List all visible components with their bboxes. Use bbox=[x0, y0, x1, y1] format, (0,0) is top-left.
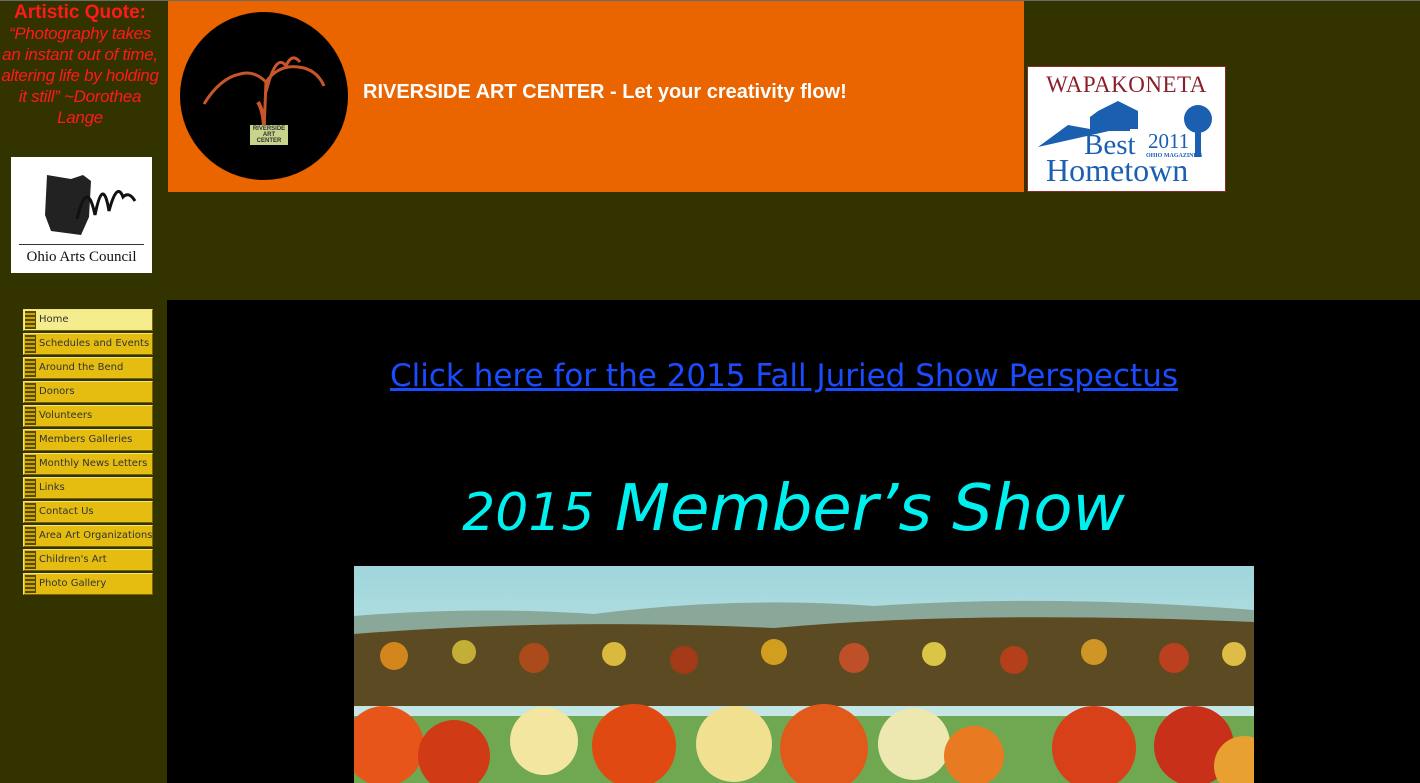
nav-label: Contact Us bbox=[39, 506, 94, 517]
header-banner: RIVERSIDE ART CENTER RIVERSIDE ART CENTE… bbox=[168, 1, 1024, 192]
show-name: Member’s Show bbox=[614, 472, 1125, 546]
ohio-arts-council-logo[interactable]: Ohio Arts Council bbox=[11, 157, 152, 273]
nav-label: Around the Bend bbox=[39, 362, 124, 373]
nav-label: Area Art Organizations bbox=[39, 530, 153, 541]
grip-icon bbox=[25, 455, 36, 473]
nav-label: Photo Gallery bbox=[39, 578, 107, 589]
grip-icon bbox=[25, 479, 36, 497]
nav-item-contact[interactable]: Contact Us bbox=[23, 501, 153, 523]
tree-icon bbox=[202, 56, 326, 131]
logo-text: RIVERSIDE ART CENTER bbox=[250, 125, 288, 145]
nav-item-area-art-orgs[interactable]: Area Art Organizations bbox=[23, 525, 153, 547]
artistic-quote: Artistic Quote: “Photography takes an in… bbox=[0, 2, 160, 128]
show-title: 2015 Member’s Show bbox=[167, 472, 1420, 546]
grip-icon bbox=[25, 407, 36, 425]
featured-painting[interactable] bbox=[354, 566, 1254, 783]
badge-year: 2011 bbox=[1148, 129, 1190, 153]
nav-label: Schedules and Events bbox=[39, 338, 150, 349]
nav-label: Home bbox=[39, 314, 69, 325]
badge-hometown: Hometown bbox=[1046, 152, 1189, 188]
grip-icon bbox=[25, 551, 36, 569]
nav-label: Children's Art bbox=[39, 554, 107, 565]
grip-icon bbox=[25, 311, 36, 329]
nav-item-around-the-bend[interactable]: Around the Bend bbox=[23, 357, 153, 379]
grip-icon bbox=[25, 575, 36, 593]
grip-icon bbox=[25, 503, 36, 521]
quote-text: “Photography takes an instant out of tim… bbox=[1, 24, 159, 127]
nav-label: Donors bbox=[39, 386, 75, 397]
nav-item-volunteers[interactable]: Volunteers bbox=[23, 405, 153, 427]
site-tagline: RIVERSIDE ART CENTER - Let your creativi… bbox=[363, 81, 847, 103]
nav-item-members-galleries[interactable]: Members Galleries bbox=[23, 429, 153, 451]
nav-item-newsletters[interactable]: Monthly News Letters bbox=[23, 453, 153, 475]
nav-label: Links bbox=[39, 482, 65, 493]
grip-icon bbox=[25, 335, 36, 353]
main-content: Click here for the 2015 Fall Juried Show… bbox=[167, 300, 1420, 783]
quote-title: Artistic Quote: bbox=[14, 2, 146, 23]
grip-icon bbox=[25, 383, 36, 401]
nav-label: Monthly News Letters bbox=[39, 458, 148, 469]
nav-label: Volunteers bbox=[39, 410, 93, 421]
grip-icon bbox=[25, 431, 36, 449]
nav-item-childrens-art[interactable]: Children's Art bbox=[23, 549, 153, 571]
nav-item-home[interactable]: Home bbox=[23, 309, 153, 331]
nav-item-links[interactable]: Links bbox=[23, 477, 153, 499]
nav-label: Members Galleries bbox=[39, 434, 133, 445]
riverside-logo[interactable]: RIVERSIDE ART CENTER bbox=[180, 12, 348, 180]
ohio-map-icon bbox=[45, 175, 137, 235]
nav-item-schedules[interactable]: Schedules and Events bbox=[23, 333, 153, 355]
best-hometown-badge[interactable]: WAPAKONETA Best 2011 OHIO MAGAZINE'S Hom… bbox=[1027, 66, 1226, 192]
grip-icon bbox=[25, 359, 36, 377]
oac-label: Ohio Arts Council bbox=[26, 249, 137, 265]
divider bbox=[19, 244, 144, 245]
landscape-painting bbox=[354, 566, 1254, 783]
perspectus-link[interactable]: Click here for the 2015 Fall Juried Show… bbox=[390, 358, 1178, 394]
grip-icon bbox=[25, 527, 36, 545]
nav-item-donors[interactable]: Donors bbox=[23, 381, 153, 403]
sidebar-nav: Home Schedules and Events Around the Ben… bbox=[23, 309, 153, 597]
nav-item-photo-gallery[interactable]: Photo Gallery bbox=[23, 573, 153, 595]
show-year: 2015 bbox=[462, 483, 595, 543]
